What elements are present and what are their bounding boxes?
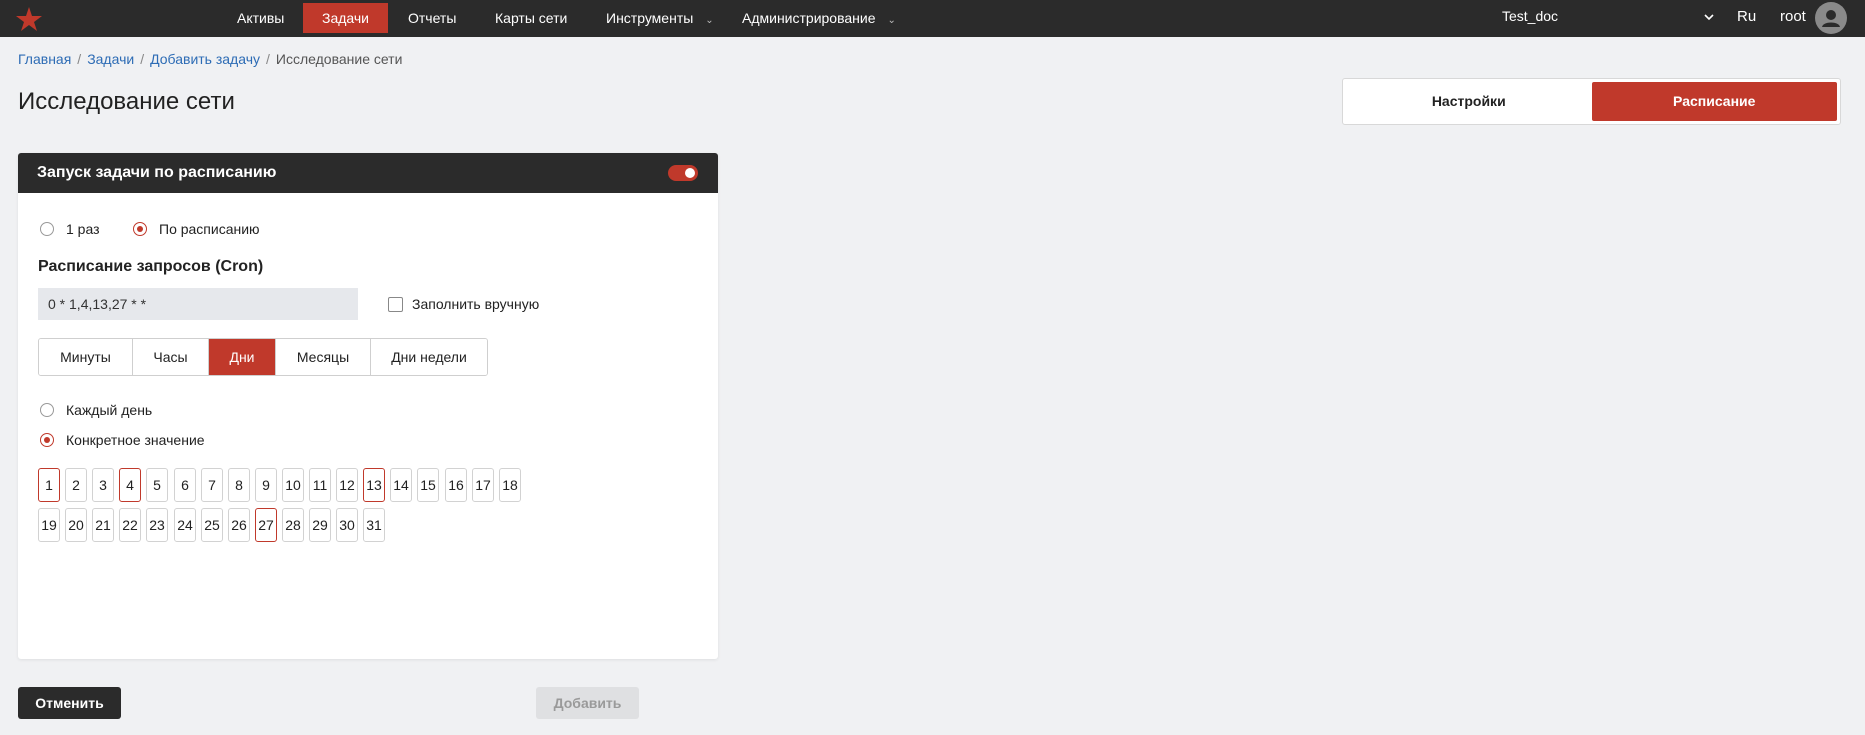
- radio-once-label: 1 раз: [66, 221, 100, 237]
- radio-every-day-circle[interactable]: [40, 403, 54, 417]
- toggle-knob: [685, 168, 695, 178]
- day-option-8[interactable]: 8: [228, 468, 250, 502]
- tab-days[interactable]: Дни: [209, 339, 276, 375]
- nav-item-administration-label: Администрирование: [742, 10, 876, 26]
- radio-specific-value-label: Конкретное значение: [66, 432, 205, 448]
- breadcrumb: Главная / Задачи / Добавить задачу / Исследова…: [18, 51, 402, 67]
- breadcrumb-current: Исследование сети: [275, 51, 403, 67]
- nav-item-network-maps[interactable]: Карты сети: [476, 3, 586, 33]
- chevron-down-icon: ⌄: [887, 15, 896, 26]
- day-option-2[interactable]: 2: [65, 468, 87, 502]
- day-option-28[interactable]: 28: [282, 508, 304, 542]
- day-option-27[interactable]: 27: [255, 508, 277, 542]
- day-option-6[interactable]: 6: [174, 468, 196, 502]
- breadcrumb-separator: /: [77, 51, 82, 67]
- day-option-19[interactable]: 19: [38, 508, 60, 542]
- day-option-7[interactable]: 7: [201, 468, 223, 502]
- manual-fill-checkbox-row[interactable]: Заполнить вручную: [388, 296, 539, 312]
- breadcrumb-tasks[interactable]: Задачи: [87, 51, 134, 67]
- day-option-20[interactable]: 20: [65, 508, 87, 542]
- day-option-22[interactable]: 22: [119, 508, 141, 542]
- radio-once-circle[interactable]: [40, 222, 54, 236]
- day-option-16[interactable]: 16: [445, 468, 467, 502]
- chevron-down-icon[interactable]: [1702, 10, 1716, 24]
- day-option-21[interactable]: 21: [92, 508, 114, 542]
- breadcrumb-add-task[interactable]: Добавить задачу: [150, 51, 260, 67]
- radio-scheduled-label: По расписанию: [159, 221, 260, 237]
- day-option-1[interactable]: 1: [38, 468, 60, 502]
- top-navigation-bar: Активы Задачи Отчеты Карты сети Инструме…: [0, 0, 1865, 37]
- username[interactable]: root: [1780, 8, 1806, 25]
- card-header-title: Запуск задачи по расписанию: [37, 164, 277, 181]
- day-option-4[interactable]: 4: [119, 468, 141, 502]
- radio-once[interactable]: 1 раз: [40, 221, 100, 237]
- nav-item-reports[interactable]: Отчеты: [389, 3, 475, 33]
- day-option-17[interactable]: 17: [472, 468, 494, 502]
- breadcrumb-home[interactable]: Главная: [18, 51, 71, 67]
- chevron-down-icon: ⌄: [705, 15, 714, 26]
- avatar[interactable]: [1815, 2, 1847, 34]
- breadcrumb-separator: /: [140, 51, 145, 67]
- nav-item-tools[interactable]: Инструменты ⌄: [587, 3, 733, 33]
- cancel-button[interactable]: Отменить: [18, 687, 121, 719]
- day-option-14[interactable]: 14: [390, 468, 412, 502]
- day-option-24[interactable]: 24: [174, 508, 196, 542]
- cron-unit-tabs: Минуты Часы Дни Месяцы Дни недели: [38, 338, 488, 376]
- day-option-25[interactable]: 25: [201, 508, 223, 542]
- day-option-26[interactable]: 26: [228, 508, 250, 542]
- schedule-toggle[interactable]: [668, 165, 698, 181]
- breadcrumb-separator: /: [266, 51, 270, 67]
- schedule-card: Запуск задачи по расписанию 1 раз По рас…: [18, 153, 718, 659]
- day-option-12[interactable]: 12: [336, 468, 358, 502]
- nav-item-tools-label: Инструменты: [606, 10, 694, 26]
- manual-fill-label: Заполнить вручную: [412, 296, 540, 312]
- page-title: Исследование сети: [18, 88, 235, 115]
- card-header: Запуск задачи по расписанию: [18, 153, 718, 193]
- day-option-5[interactable]: 5: [146, 468, 168, 502]
- radio-every-day[interactable]: Каждый день: [40, 402, 152, 418]
- language-selector[interactable]: Ru: [1737, 8, 1756, 25]
- radio-scheduled-circle[interactable]: [133, 222, 147, 236]
- tab-months[interactable]: Месяцы: [276, 339, 371, 375]
- document-selector[interactable]: Test_doc: [1502, 8, 1558, 24]
- user-icon: [1822, 10, 1840, 27]
- cron-input[interactable]: 0 * 1,4,13,27 * *: [38, 288, 358, 320]
- manual-fill-checkbox[interactable]: [388, 296, 403, 312]
- tab-minutes[interactable]: Минуты: [39, 339, 133, 375]
- nav-item-administration[interactable]: Администрирование ⌄: [723, 3, 915, 33]
- day-option-30[interactable]: 30: [336, 508, 358, 542]
- star-logo-icon[interactable]: [15, 5, 43, 33]
- cron-section-title: Расписание запросов (Cron): [38, 258, 264, 275]
- day-option-10[interactable]: 10: [282, 468, 304, 502]
- radio-specific-value[interactable]: Конкретное значение: [40, 432, 205, 448]
- day-option-15[interactable]: 15: [417, 468, 439, 502]
- day-option-3[interactable]: 3: [92, 468, 114, 502]
- nav-item-assets[interactable]: Активы: [218, 3, 303, 33]
- day-option-9[interactable]: 9: [255, 468, 277, 502]
- nav-item-tasks[interactable]: Задачи: [303, 3, 389, 33]
- day-option-18[interactable]: 18: [499, 468, 521, 502]
- mode-switch: Настройки Расписание: [1342, 78, 1841, 125]
- day-option-29[interactable]: 29: [309, 508, 331, 542]
- add-button[interactable]: Добавить: [536, 687, 639, 719]
- day-option-13[interactable]: 13: [363, 468, 385, 502]
- tab-hours[interactable]: Часы: [133, 339, 209, 375]
- day-option-31[interactable]: 31: [363, 508, 385, 542]
- day-option-11[interactable]: 11: [309, 468, 331, 502]
- radio-specific-value-circle[interactable]: [40, 433, 54, 447]
- day-option-23[interactable]: 23: [146, 508, 168, 542]
- radio-scheduled[interactable]: По расписанию: [133, 221, 260, 237]
- tab-settings[interactable]: Настройки: [1346, 82, 1592, 121]
- tab-weekdays[interactable]: Дни недели: [371, 339, 487, 375]
- radio-every-day-label: Каждый день: [66, 402, 153, 418]
- tab-schedule[interactable]: Расписание: [1591, 82, 1837, 121]
